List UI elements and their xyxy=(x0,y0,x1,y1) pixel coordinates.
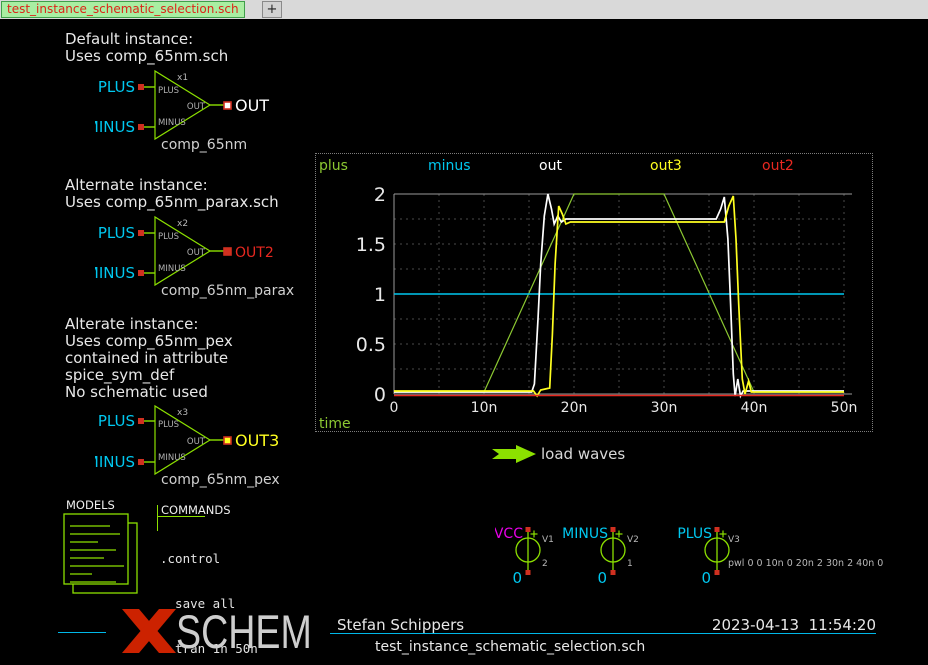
out-pin-square[interactable] xyxy=(224,248,231,255)
designator-v3: V3 xyxy=(728,535,740,545)
tab-bar: test_instance_schematic_selection.sch + xyxy=(0,0,928,19)
minus-pin-square[interactable] xyxy=(138,124,144,130)
xtick-20n: 20n xyxy=(561,400,588,416)
value-v2: 1 xyxy=(627,559,633,569)
plus-pin-square[interactable] xyxy=(138,418,144,424)
minus-pin-square[interactable] xyxy=(138,459,144,465)
xtick-30n: 30n xyxy=(651,400,678,416)
xschem-window: { "tabbar": { "active_tab": "test_instan… xyxy=(0,0,928,665)
pin-name-minus: MINUS xyxy=(158,264,186,274)
pin-name-plus: PLUS xyxy=(158,232,179,242)
instance-designator: x3 xyxy=(177,408,188,418)
net-label-out[interactable]: OUT2 xyxy=(235,245,274,261)
net-label-minus[interactable]: MINUS xyxy=(95,264,135,282)
value-v3-pwl: pwl 0 0 10n 0 20n 2 30n 2 40n 0 xyxy=(728,558,883,569)
vsource-v1[interactable]: VCC V1 2 0 xyxy=(495,526,554,587)
xschem-logo-icon xyxy=(118,607,180,655)
xschem-logo-text: SCHEM xyxy=(176,610,312,654)
new-tab-button[interactable]: + xyxy=(262,1,282,18)
commands-label: COMMANDS xyxy=(161,503,231,517)
xaxis-label: time xyxy=(319,416,351,431)
pin-name-out: OUT xyxy=(187,437,206,447)
top-pin-square[interactable] xyxy=(611,527,616,532)
xtick-0: 0 xyxy=(390,400,399,416)
voltage-sources: VCC V1 2 0 MINUS V2 1 0 PLUS V3 pwl 0 0 … xyxy=(495,520,925,592)
pin-name-plus: PLUS xyxy=(158,86,179,96)
waveform-plot: plus minus out out3 out2 2 1.5 1 0.5 0 0… xyxy=(316,154,872,431)
tab-active[interactable]: test_instance_schematic_selection.sch xyxy=(1,1,245,18)
ytick-1: 1 xyxy=(374,284,386,306)
designator-v1: V1 xyxy=(542,535,554,545)
designator-v2: V2 xyxy=(627,535,639,545)
symbol-name: comp_65nm xyxy=(161,137,247,153)
net-label-plus[interactable]: PLUS xyxy=(98,78,135,96)
out-pin-square[interactable] xyxy=(224,437,231,444)
load-waves-label[interactable]: load waves xyxy=(541,445,625,463)
net-label-minus[interactable]: MINUS xyxy=(562,526,608,542)
instance1-heading: Default instance: Uses comp_65nm.sch xyxy=(65,31,228,65)
schematic-filename: test_instance_schematic_selection.sch xyxy=(375,639,645,655)
ytick-1_5: 1.5 xyxy=(356,234,386,256)
launcher-arrow-icon[interactable] xyxy=(492,445,540,463)
net-label-out[interactable]: OUT3 xyxy=(235,431,279,450)
value-v1: 2 xyxy=(542,559,548,569)
commands-corner-hline xyxy=(157,516,205,517)
ytick-0_5: 0.5 xyxy=(356,334,386,356)
pin-name-minus: MINUS xyxy=(158,118,186,128)
instance-designator: x1 xyxy=(177,73,188,83)
plus-pin-square[interactable] xyxy=(138,230,144,236)
legend-out3[interactable]: out3 xyxy=(650,158,682,174)
minus-pin-square[interactable] xyxy=(138,270,144,276)
author: Stefan Schippers xyxy=(337,616,464,634)
instance-designator: x2 xyxy=(177,219,188,229)
comparator-instance-x1[interactable]: PLUS MINUS PLUS MINUS OUT x1 OUT comp_65… xyxy=(95,68,300,160)
comparator-instance-x2[interactable]: PLUS MINUS PLUS MINUS OUT x2 OUT2 comp_6… xyxy=(95,214,300,306)
symbol-name: comp_65nm_parax xyxy=(161,283,294,299)
net-label-plus[interactable]: PLUS xyxy=(98,412,135,430)
net-label-out[interactable]: OUT xyxy=(235,96,269,115)
net-label-minus[interactable]: MINUS xyxy=(95,453,135,471)
titleblock-left-line xyxy=(58,632,106,633)
models-icon[interactable] xyxy=(58,508,144,596)
waveform-graph[interactable]: plus minus out out3 out2 2 1.5 1 0.5 0 0… xyxy=(315,153,873,432)
pin-name-out: OUT xyxy=(187,248,206,258)
net-label-plus[interactable]: PLUS xyxy=(98,224,135,242)
legend-out[interactable]: out xyxy=(539,158,562,174)
pin-name-minus: MINUS xyxy=(158,453,186,463)
net-label-vcc[interactable]: VCC xyxy=(495,526,523,542)
bottom-pin-square[interactable] xyxy=(526,570,531,575)
commands-corner-vline xyxy=(157,505,158,531)
vsource-v3[interactable]: PLUS V3 pwl 0 0 10n 0 20n 2 30n 2 40n 0 … xyxy=(677,526,883,587)
legend-minus[interactable]: minus xyxy=(428,158,471,174)
ytick-0: 0 xyxy=(374,384,386,406)
bottom-pin-square[interactable] xyxy=(715,570,720,575)
bottom-pin-square[interactable] xyxy=(611,570,616,575)
pin-name-out: OUT xyxy=(187,102,206,112)
comparator-instance-x3[interactable]: PLUS MINUS PLUS MINUS OUT x3 OUT3 comp_6… xyxy=(95,403,300,495)
xtick-50n: 50n xyxy=(831,400,858,416)
vsource-v2[interactable]: MINUS V2 1 0 xyxy=(562,526,639,587)
net-label-gnd[interactable]: 0 xyxy=(701,569,711,587)
symbol-name: comp_65nm_pex xyxy=(161,472,280,488)
plus-pin-square[interactable] xyxy=(138,84,144,90)
net-label-minus[interactable]: MINUS xyxy=(95,118,135,136)
xtick-40n: 40n xyxy=(741,400,768,416)
ytick-2: 2 xyxy=(374,184,386,206)
net-label-gnd[interactable]: 0 xyxy=(597,569,607,587)
out-pin-square[interactable] xyxy=(224,102,231,109)
xtick-10n: 10n xyxy=(471,400,498,416)
net-label-gnd[interactable]: 0 xyxy=(512,569,522,587)
datetime: 2023-04-13 11:54:20 xyxy=(712,616,876,634)
instance3-heading: Alterate instance: Uses comp_65nm_pex co… xyxy=(65,316,233,401)
legend-out2[interactable]: out2 xyxy=(762,158,794,174)
legend-plus[interactable]: plus xyxy=(319,158,348,174)
net-label-plus[interactable]: PLUS xyxy=(677,526,712,542)
top-pin-square[interactable] xyxy=(526,527,531,532)
top-pin-square[interactable] xyxy=(715,527,720,532)
pin-name-plus: PLUS xyxy=(158,420,179,430)
instance2-heading: Alternate instance: Uses comp_65nm_parax… xyxy=(65,177,279,211)
